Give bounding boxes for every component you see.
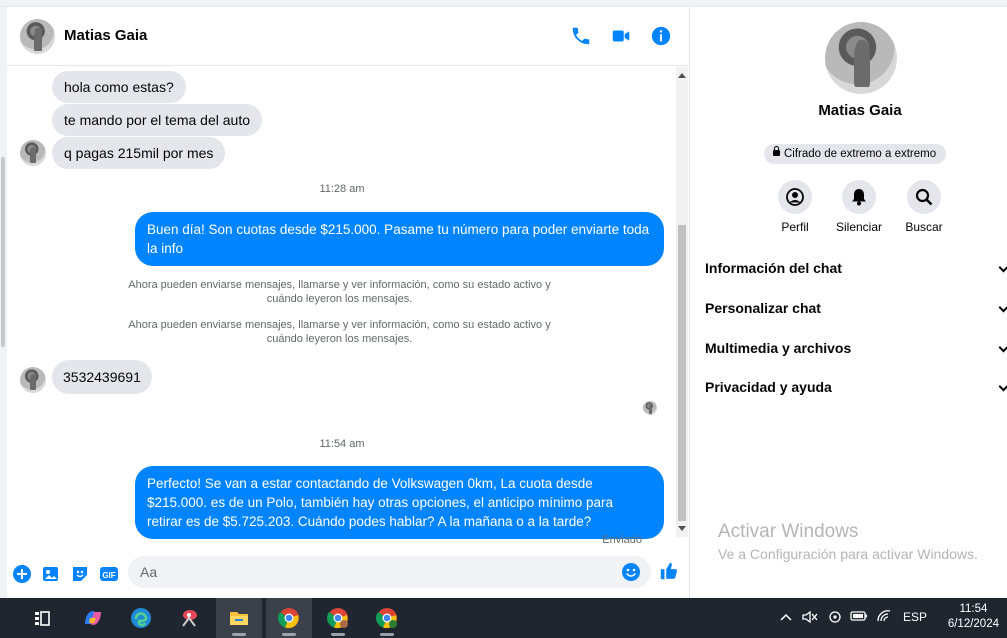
chat-pane: Matias Gaia hola como estas? te mando po… bbox=[7, 7, 690, 598]
chevron-down-icon bbox=[998, 342, 1007, 353]
system-message: Ahora pueden enviarse mensajes, llamarse… bbox=[128, 279, 551, 305]
gallery-icon[interactable] bbox=[41, 564, 61, 584]
chevron-up-icon[interactable] bbox=[780, 612, 792, 622]
gif-icon[interactable]: GIF bbox=[99, 564, 119, 584]
speaker-muted-icon[interactable] bbox=[802, 610, 818, 624]
chevron-down-icon bbox=[998, 302, 1007, 313]
section-media-files[interactable]: Multimedia y archivos bbox=[705, 340, 1007, 356]
section-label: Información del chat bbox=[705, 260, 842, 276]
system-clock[interactable]: 11:54 6/12/2024 bbox=[948, 602, 999, 632]
scroll-up-arrow[interactable] bbox=[678, 73, 686, 78]
section-customize-chat[interactable]: Personalizar chat bbox=[705, 300, 1007, 316]
avatar[interactable] bbox=[20, 367, 46, 393]
add-icon[interactable] bbox=[12, 564, 32, 584]
snipping-tool-icon[interactable] bbox=[166, 598, 212, 638]
encryption-badge[interactable]: Cifrado de extremo a extremo bbox=[764, 144, 947, 164]
clock-time: 11:54 bbox=[959, 603, 988, 615]
chat-header: Matias Gaia bbox=[7, 7, 690, 66]
task-view-button[interactable] bbox=[19, 598, 65, 638]
composer: GIF bbox=[7, 553, 690, 598]
avatar[interactable] bbox=[20, 19, 55, 54]
section-chat-info[interactable]: Información del chat bbox=[705, 260, 1007, 276]
scrollbar-thumb[interactable] bbox=[1, 157, 5, 347]
profile-icon bbox=[778, 180, 812, 214]
timestamp: 11:28 am bbox=[319, 183, 365, 195]
incoming-message[interactable]: 3532439691 bbox=[52, 360, 152, 394]
phone-icon[interactable] bbox=[570, 25, 592, 47]
section-privacy-help[interactable]: Privacidad y ayuda bbox=[705, 379, 1007, 395]
mute-label: Silenciar bbox=[835, 220, 883, 234]
top-strip bbox=[0, 0, 1007, 7]
message-input-box[interactable] bbox=[128, 556, 651, 588]
chat-scrollbar[interactable] bbox=[676, 67, 688, 537]
section-label: Multimedia y archivos bbox=[705, 340, 852, 356]
mute-button[interactable]: Silenciar bbox=[829, 180, 889, 234]
chrome-icon[interactable] bbox=[266, 598, 312, 638]
like-icon[interactable] bbox=[659, 561, 681, 583]
bell-icon bbox=[842, 180, 876, 214]
encryption-label: Cifrado de extremo a extremo bbox=[784, 148, 937, 160]
search-button[interactable]: Buscar bbox=[894, 180, 954, 234]
sent-status: Enviado bbox=[602, 534, 642, 546]
contact-name[interactable]: Matias Gaia bbox=[64, 27, 147, 44]
chrome-profile-icon[interactable] bbox=[364, 598, 410, 638]
capture-icon[interactable] bbox=[828, 609, 842, 625]
file-explorer-icon[interactable] bbox=[216, 598, 262, 638]
chevron-down-icon bbox=[998, 262, 1007, 273]
active-indicator bbox=[282, 633, 296, 636]
timestamp: 11:54 am bbox=[319, 438, 365, 450]
edge-browser-icon[interactable] bbox=[118, 598, 164, 638]
profile-label: Perfil bbox=[781, 220, 809, 234]
sticker-icon[interactable] bbox=[70, 564, 90, 584]
active-indicator bbox=[331, 633, 345, 636]
svg-text:GIF: GIF bbox=[102, 571, 115, 580]
language-indicator[interactable]: ESP bbox=[903, 610, 927, 624]
conversation-info-panel: Matias Gaia Cifrado de extremo a extremo… bbox=[690, 7, 1007, 598]
section-label: Personalizar chat bbox=[705, 300, 821, 316]
search-label: Buscar bbox=[905, 220, 943, 234]
incoming-message[interactable]: te mando por el tema del auto bbox=[52, 104, 263, 136]
wifi-icon[interactable] bbox=[876, 609, 892, 623]
activate-windows-subtitle: Ve a Configuración para activar Windows. bbox=[718, 546, 978, 562]
copilot-icon[interactable] bbox=[70, 598, 116, 638]
avatar[interactable] bbox=[825, 22, 897, 94]
battery-icon[interactable] bbox=[850, 610, 868, 622]
left-edge-scrollbar[interactable] bbox=[0, 7, 7, 598]
scrollbar-thumb[interactable] bbox=[678, 225, 686, 521]
search-icon bbox=[907, 180, 941, 214]
profile-button[interactable]: Perfil bbox=[765, 180, 825, 234]
chrome-profile-icon[interactable] bbox=[315, 598, 361, 638]
message-list[interactable]: hola como estas? te mando por el tema de… bbox=[7, 67, 677, 549]
active-indicator bbox=[232, 633, 246, 636]
info-icon[interactable] bbox=[650, 25, 672, 47]
scroll-down-arrow[interactable] bbox=[678, 526, 686, 531]
emoji-icon[interactable] bbox=[621, 562, 641, 582]
chevron-down-icon bbox=[998, 381, 1007, 392]
taskbar: ESP 11:54 6/12/2024 bbox=[0, 598, 1007, 638]
incoming-message[interactable]: q pagas 215mil por mes bbox=[52, 137, 226, 169]
outgoing-message[interactable]: Perfecto! Se van a estar contactando de … bbox=[135, 466, 664, 539]
activate-windows-title: Activar Windows bbox=[718, 521, 859, 542]
lock-icon bbox=[773, 146, 780, 156]
system-message: Ahora pueden enviarse mensajes, llamarse… bbox=[128, 319, 551, 345]
messenger-app: Matias Gaia hola como estas? te mando po… bbox=[0, 0, 1007, 598]
clock-date: 6/12/2024 bbox=[947, 618, 999, 630]
incoming-message[interactable]: hola como estas? bbox=[52, 71, 186, 103]
avatar[interactable] bbox=[20, 140, 46, 166]
panel-contact-name: Matias Gaia bbox=[818, 102, 902, 119]
active-indicator bbox=[380, 633, 394, 636]
outgoing-message[interactable]: Buen día! Son cuotas desde $215.000. Pas… bbox=[135, 212, 664, 266]
seen-avatar bbox=[643, 401, 657, 415]
section-label: Privacidad y ayuda bbox=[705, 379, 832, 395]
video-call-icon[interactable] bbox=[610, 25, 632, 47]
message-input[interactable] bbox=[140, 563, 610, 581]
